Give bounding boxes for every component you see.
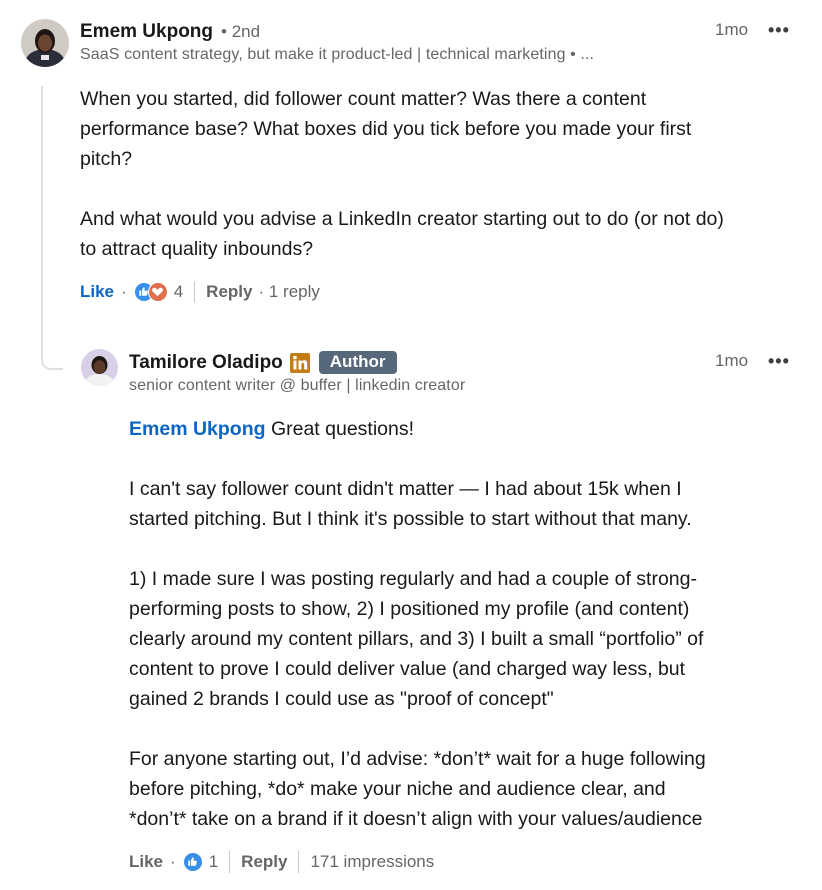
reaction-count[interactable]: 4 [174, 282, 183, 302]
thumbs-up-icon [182, 852, 203, 872]
mention-link[interactable]: Emem Ukpong [129, 418, 266, 440]
author-name[interactable]: Emem Ukpong [80, 21, 213, 43]
reaction-count[interactable]: 1 [209, 852, 218, 872]
comment-header: Emem Ukpong • 2nd [80, 21, 260, 43]
connection-degree: • 2nd [221, 22, 261, 41]
divider [194, 281, 196, 303]
reply-count[interactable]: · 1 reply [258, 282, 319, 302]
reply-header: Tamilore Oladipo Author [129, 351, 397, 374]
divider [229, 851, 231, 873]
separator-dot: · [121, 282, 127, 301]
reply-button[interactable]: Reply [241, 852, 287, 872]
divider [298, 851, 300, 873]
reactions[interactable] [182, 852, 203, 872]
author-headline: senior content writer @ buffer | linkedi… [129, 377, 466, 394]
reactions[interactable] [133, 282, 168, 302]
author-name[interactable]: Tamilore Oladipo [129, 352, 283, 374]
linkedin-premium-icon [289, 352, 310, 373]
reply-first-line: Great questions! [265, 418, 415, 440]
thread-connector [41, 86, 63, 370]
heart-icon [147, 282, 168, 302]
comment-thread: Emem Ukpong • 2nd SaaS content strategy,… [0, 0, 822, 890]
like-button[interactable]: Like [129, 852, 163, 872]
more-horizontal-icon[interactable]: ••• [768, 21, 790, 39]
separator-dot: · [170, 852, 176, 871]
author-headline: SaaS content strategy, but make it produ… [80, 46, 595, 63]
comment-actions: Like · 4 Reply · 1 reply [80, 281, 320, 303]
more-horizontal-icon[interactable]: ••• [768, 352, 790, 370]
reply-body-rest: I can't say follower count didn't matter… [129, 478, 706, 830]
timestamp: 1mo [715, 351, 749, 370]
author-badge: Author [318, 351, 397, 374]
reply-body: Emem Ukpong Great questions! [129, 414, 819, 444]
avatar[interactable] [81, 349, 118, 386]
timestamp: 1mo [715, 20, 749, 39]
impressions-count: 171 impressions [310, 852, 435, 871]
reply-button[interactable]: Reply [206, 282, 252, 302]
reply-actions: Like · 1 Reply 171 impressions [129, 851, 434, 873]
comment-body: When you started, did follower count mat… [80, 88, 724, 260]
avatar[interactable] [21, 19, 69, 67]
like-button[interactable]: Like [80, 282, 114, 302]
